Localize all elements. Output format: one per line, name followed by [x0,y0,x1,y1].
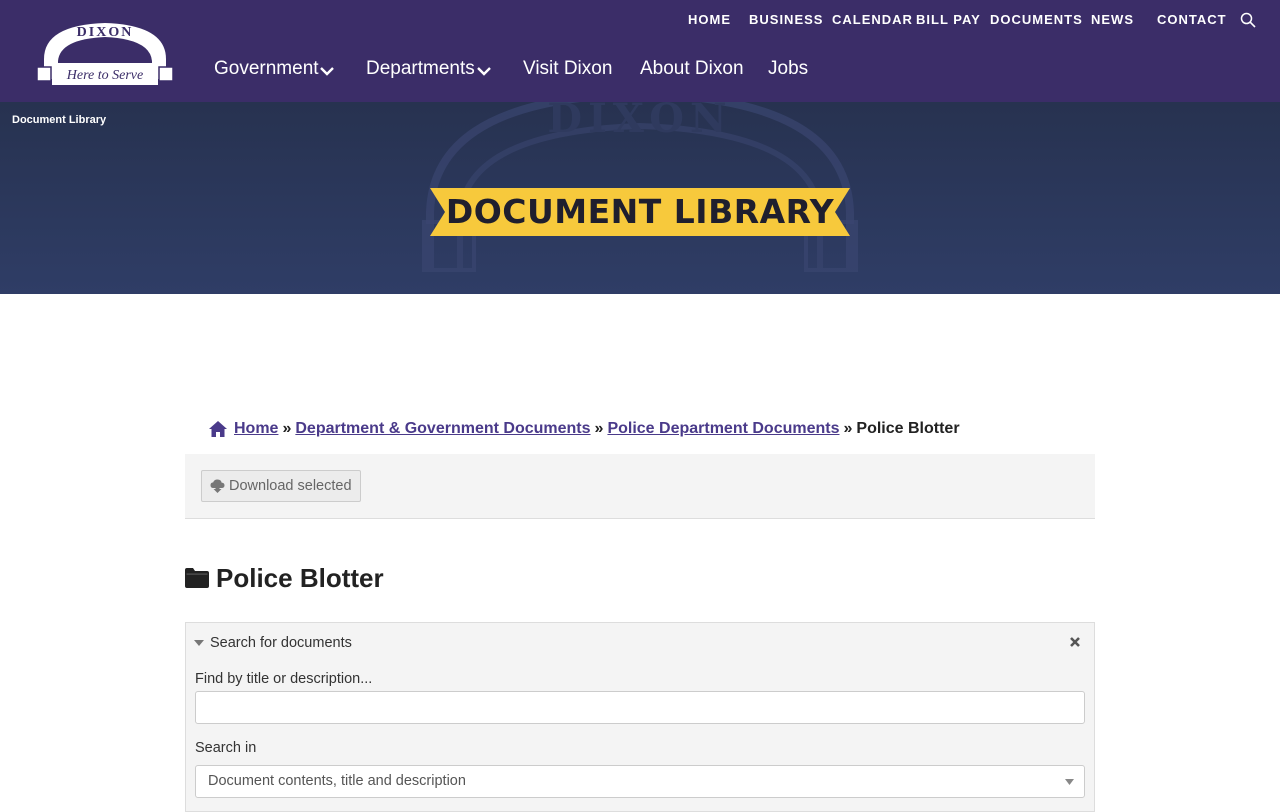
folder-title: Police Blotter [185,562,384,594]
svg-text:DIXON: DIXON [547,102,732,142]
svg-text:Here to Serve: Here to Serve [66,68,143,83]
util-nav-business[interactable]: BUSINESS [749,12,823,27]
document-toolbar: Download selected [185,454,1095,519]
util-nav-contact[interactable]: CONTACT [1157,12,1227,27]
util-nav-home[interactable]: HOME [688,12,731,27]
find-input[interactable] [195,691,1085,724]
util-nav-news[interactable]: NEWS [1091,12,1134,27]
breadcrumb-home[interactable]: Home [234,420,278,438]
utility-nav: HOME BUSINESS CALENDAR BILL PAY DOCUMENT… [0,12,1280,30]
breadcrumb: Home » Department & Government Documents… [209,418,960,440]
util-nav-bill-pay[interactable]: BILL PAY [916,12,981,27]
util-nav-calendar[interactable]: CALENDAR [832,12,913,27]
chevron-down-icon[interactable] [476,66,492,76]
folder-icon [185,568,209,588]
breadcrumb-current: Police Blotter [856,420,960,437]
page-crumb: Document Library [12,114,107,126]
search-in-label: Search in [195,740,257,756]
home-icon[interactable] [209,421,227,437]
close-icon[interactable] [1069,636,1081,648]
breadcrumb-dept-gov-docs[interactable]: Department & Government Documents [295,420,590,438]
download-selected-label: Download selected [229,478,352,494]
breadcrumb-separator: » [594,420,604,437]
site-header: DIXON Here to Serve HOME BUSINESS CALEND… [0,0,1280,102]
nav-departments[interactable]: Departments [366,58,475,80]
nav-government[interactable]: Government [214,58,319,80]
breadcrumb-separator: » [843,420,853,437]
breadcrumb-police-docs[interactable]: Police Department Documents [607,420,839,438]
breadcrumb-separator: » [282,420,292,437]
chevron-down-icon [1065,779,1074,785]
search-panel-toggle[interactable]: Search for documents [194,633,352,653]
arch-watermark: DIXON [422,102,858,272]
chevron-down-icon[interactable] [319,66,335,76]
nav-visit-dixon[interactable]: Visit Dixon [523,58,612,80]
search-in-value: Document contents, title and description [208,773,466,789]
cloud-download-icon [210,479,225,493]
search-panel-heading: Search for documents [210,635,352,651]
search-panel: Search for documents Find by title or de… [185,622,1095,812]
banner-title: DOCUMENT LIBRARY [445,192,835,231]
search-icon[interactable] [1240,12,1256,28]
util-nav-documents[interactable]: DOCUMENTS [990,12,1083,27]
nav-about-dixon[interactable]: About Dixon [640,58,744,80]
page-banner: Document Library DIXON DOCUMENT LIBRARY [0,102,1280,294]
download-selected-button[interactable]: Download selected [201,470,361,502]
folder-title-text: Police Blotter [216,562,384,593]
caret-down-icon [194,640,204,646]
search-in-select[interactable]: Document contents, title and description [195,765,1085,798]
find-label: Find by title or description... [195,671,373,687]
nav-jobs[interactable]: Jobs [768,58,808,80]
